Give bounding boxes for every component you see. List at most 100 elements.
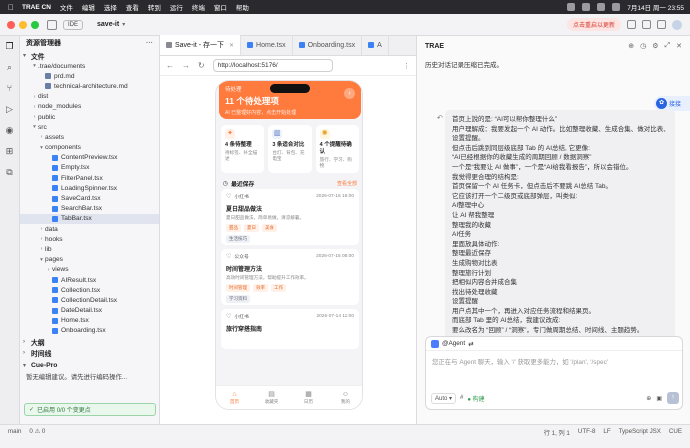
section-cue-pro[interactable]: ▾ Cue-Pro xyxy=(20,360,159,371)
menu-edit[interactable]: 编辑 xyxy=(82,2,95,12)
swap-icon[interactable]: ⇄ xyxy=(468,340,473,348)
tree-file[interactable]: DateDetail.tsx xyxy=(20,306,159,316)
menu-go[interactable]: 转到 xyxy=(148,2,161,12)
url-input[interactable]: http://localhost:5176/ xyxy=(212,59,333,72)
panel-icon[interactable] xyxy=(642,20,651,29)
cue-status-badge[interactable]: ✓ 已启用 0/0 个变更点 xyxy=(24,403,156,416)
sidebar-toggle-icon[interactable] xyxy=(47,19,57,30)
settings-icon[interactable]: ⚙ xyxy=(652,42,658,50)
cursor-position[interactable]: 行 1, 列 1 xyxy=(544,428,570,437)
tree-file[interactable]: AIResult.tsx xyxy=(20,275,159,285)
send-button[interactable]: ↑ xyxy=(667,392,679,404)
phone-tab-2[interactable]: ▦ 日历 xyxy=(290,386,327,409)
project-name[interactable]: save-it xyxy=(97,21,119,28)
heart-icon[interactable]: ♡ xyxy=(226,193,231,200)
tree-folder[interactable]: › assets xyxy=(20,132,159,142)
tree-file[interactable]: FilterPanel.tsx xyxy=(20,173,159,183)
view-all-link[interactable]: 查看全部 xyxy=(337,180,357,187)
reload-icon[interactable]: ↻ xyxy=(198,61,205,70)
tag[interactable]: 甜品 xyxy=(226,224,241,232)
language-mode[interactable]: TypeScript JSX xyxy=(619,428,661,437)
tree-folder[interactable]: › dist xyxy=(20,92,159,102)
model-select[interactable]: Auto ▾ xyxy=(431,392,457,404)
control-center-icon[interactable] xyxy=(612,3,621,11)
avatar[interactable] xyxy=(672,19,682,30)
line-ending[interactable]: LF xyxy=(603,428,610,437)
minimize-window-button[interactable] xyxy=(19,20,27,29)
more-icon[interactable]: ⋮ xyxy=(403,62,410,70)
more-icon[interactable]: ··· xyxy=(146,40,153,47)
close-icon[interactable]: ✕ xyxy=(229,42,234,49)
problems-count[interactable]: 0 ⚠ 0 xyxy=(29,428,45,435)
forward-icon[interactable]: → xyxy=(182,61,190,70)
status-icon-1[interactable] xyxy=(567,3,576,11)
heart-icon[interactable]: ♡ xyxy=(226,313,231,320)
menubar-clock[interactable]: 7月14日 周一 23:55 xyxy=(627,2,684,12)
arrow-right-icon[interactable]: › xyxy=(344,88,355,99)
attach-icon[interactable]: ⊕ xyxy=(646,395,651,402)
menu-select[interactable]: 选择 xyxy=(104,2,117,12)
tree-folder[interactable]: › data xyxy=(20,224,159,234)
image-icon[interactable]: ▣ xyxy=(656,395,662,402)
tree-folder[interactable]: › views xyxy=(20,265,159,275)
phone-tab-0[interactable]: ⌂ 首页 xyxy=(216,386,253,409)
section-timeline[interactable]: › 时间线 xyxy=(20,347,159,358)
menu-view[interactable]: 查看 xyxy=(126,2,139,12)
tab-preview[interactable]: Save-it - 存一下 ✕ xyxy=(160,35,242,55)
section-files[interactable]: ▾ 文件 xyxy=(20,50,159,61)
history-icon[interactable]: ◷ xyxy=(640,42,646,50)
saved-item-card[interactable]: ♡ 小红书 2026-07-16 16:00 夏日甜品做法 夏日甜品做法，简单易做，清凉… xyxy=(221,189,359,245)
tree-file[interactable]: TabBar.tsx xyxy=(20,213,159,224)
apple-logo-icon[interactable]:  xyxy=(0,3,22,12)
tree-file[interactable]: ContentPreview.tsx xyxy=(20,153,159,163)
undo-icon[interactable]: ↶ xyxy=(437,114,443,122)
floating-assist-button[interactable]: ✿ 接接 xyxy=(654,96,690,111)
ide-mode-badge[interactable]: IDE xyxy=(63,19,84,30)
layout-icon[interactable] xyxy=(627,20,636,29)
tree-folder[interactable]: › hooks xyxy=(20,234,159,244)
tree-file[interactable]: LoadingSpinner.tsx xyxy=(20,183,159,193)
source-control-icon[interactable]: ⑂ xyxy=(4,82,16,94)
mention-icon[interactable]: # xyxy=(460,395,463,401)
tree-file[interactable]: Collection.tsx xyxy=(20,285,159,295)
eye-icon[interactable]: ◉ xyxy=(4,124,16,136)
tree-file[interactable]: Home.tsx xyxy=(20,316,159,326)
phone-tab-3[interactable]: ☺ 我的 xyxy=(327,386,362,409)
new-chat-icon[interactable]: ⊕ xyxy=(628,42,634,50)
tree-folder[interactable]: ▾ components xyxy=(20,143,159,153)
saved-item-card[interactable]: ♡ 公众号 2026-07-15 08:00 时间管理方法 高效时间管理方法，帮助提升工… xyxy=(221,249,359,305)
close-icon[interactable]: ✕ xyxy=(676,42,682,50)
restart-update-button[interactable]: 点击重启以更新 xyxy=(566,18,621,31)
menubar-app-name[interactable]: TRAE CN xyxy=(22,4,51,11)
settings-icon[interactable] xyxy=(657,20,666,29)
tree-file[interactable]: CollectionDetail.tsx xyxy=(20,295,159,305)
chevron-down-icon[interactable]: ▾ xyxy=(122,21,125,28)
encoding[interactable]: UTF-8 xyxy=(578,428,596,437)
tree-folder[interactable]: ▾ pages xyxy=(20,255,159,265)
run-debug-icon[interactable]: ▷ xyxy=(4,103,16,115)
chat-input[interactable]: 您正在与 Agent 聊天，输入 '/' 获取更多能力，如 '/plan', '… xyxy=(426,351,682,372)
item-collection-badge[interactable]: 学习资料 xyxy=(226,295,250,303)
tab-more[interactable]: A xyxy=(362,35,389,55)
tree-file[interactable]: SaveCard.tsx xyxy=(20,193,159,203)
item-collection-badge[interactable]: 生活技巧 xyxy=(226,235,250,243)
section-outline[interactable]: › 大纲 xyxy=(20,336,159,347)
tree-folder[interactable]: › node_modules xyxy=(20,102,159,112)
tag[interactable]: 美食 xyxy=(262,224,277,232)
summary-card[interactable]: ▥ 3 条适合对比 台灯、背包、充电宝 xyxy=(268,125,312,173)
close-window-button[interactable] xyxy=(7,20,15,29)
expand-icon[interactable]: ⤢ xyxy=(665,42,671,50)
explorer-icon[interactable]: ❐ xyxy=(4,40,16,52)
git-branch[interactable]: main xyxy=(8,428,21,435)
tree-folder[interactable]: › public xyxy=(20,112,159,122)
tree-file[interactable]: technical-architecture.md xyxy=(20,81,159,91)
phone-tab-1[interactable]: ▤ 收藏夹 xyxy=(253,386,290,409)
summary-card[interactable]: ✺ 4 个提醒待确认 旅行、学习、购物 xyxy=(315,125,359,173)
tree-file[interactable]: SearchBar.tsx xyxy=(20,204,159,214)
menu-file[interactable]: 文件 xyxy=(60,2,73,12)
zoom-window-button[interactable] xyxy=(31,20,39,29)
search-icon[interactable]: ⌕ xyxy=(4,61,16,73)
tag[interactable]: 时间管理 xyxy=(226,284,250,292)
saved-item-card[interactable]: ♡ 小红书 2026-07-14 11:00 旅行穿搭指南 xyxy=(221,309,359,349)
tree-file[interactable]: Empty.tsx xyxy=(20,163,159,173)
